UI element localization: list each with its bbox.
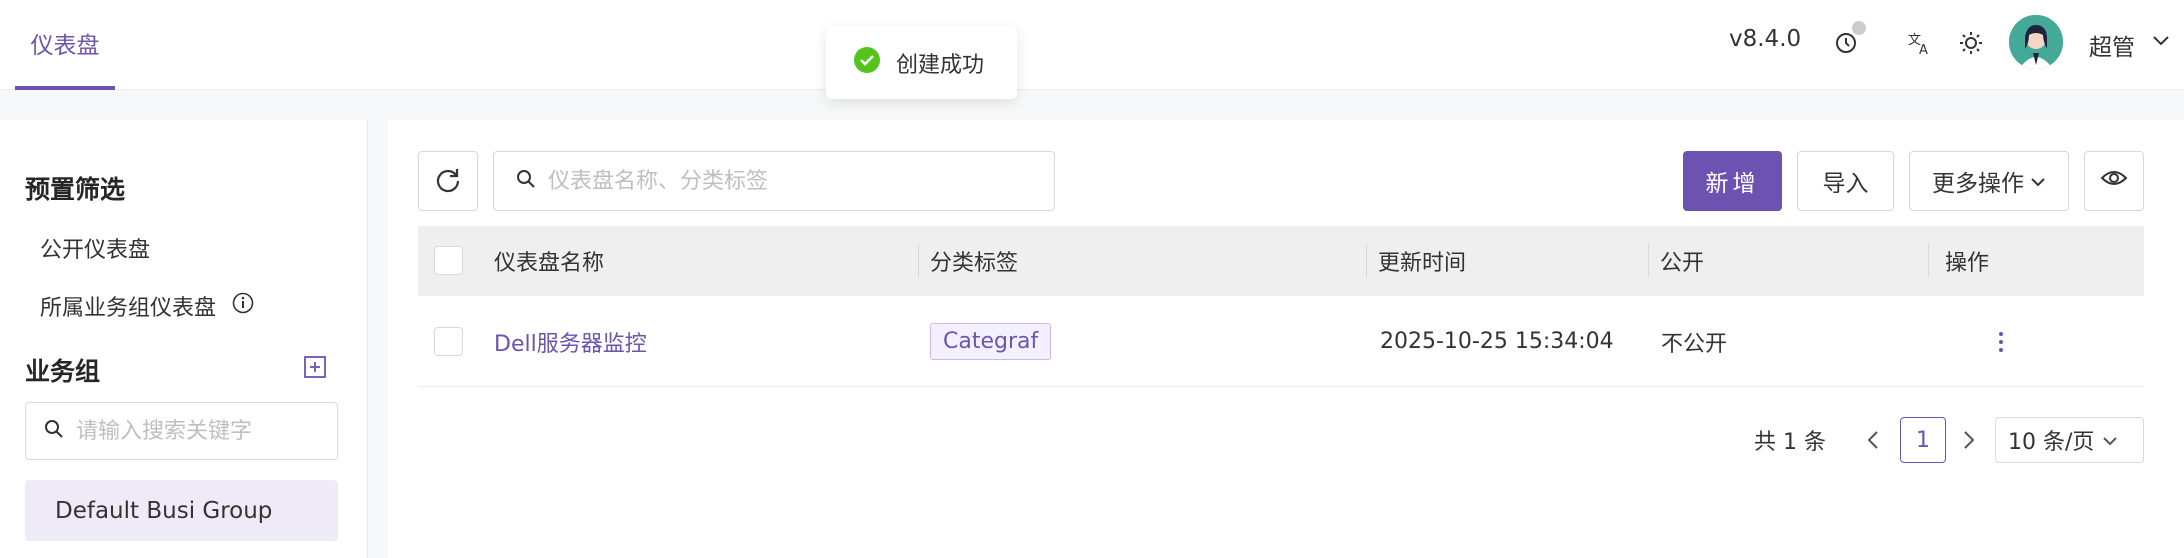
notification-dot: [1852, 21, 1866, 35]
pagination-total: 共 1 条: [1754, 430, 1826, 455]
svg-text:A: A: [1919, 43, 1928, 56]
new-button[interactable]: 新增: [1683, 151, 1782, 211]
column-visibility-button[interactable]: [2084, 151, 2144, 211]
row-checkbox[interactable]: [434, 327, 463, 356]
preset-filter-title: 预置筛选: [25, 175, 126, 204]
sidebar-item-label: 公开仪表盘: [40, 238, 151, 263]
table-row: Dell服务器监控 Categraf 2025-10-25 15:34:04 不…: [418, 296, 2144, 387]
import-button[interactable]: 导入: [1797, 151, 1894, 211]
chevron-down-icon[interactable]: [2152, 33, 2170, 52]
page-size-select[interactable]: 10 条/页: [1995, 417, 2144, 463]
history-icon[interactable]: [1831, 21, 1866, 57]
tag-cell: Categraf: [930, 296, 1052, 387]
chevron-down-icon: [2102, 428, 2118, 453]
select-all-checkbox[interactable]: [434, 246, 463, 275]
dashboard-name-link[interactable]: Dell服务器监控: [494, 296, 647, 387]
public-status-cell: 不公开: [1661, 331, 1728, 357]
top-header: 仪表盘 v8.4.0 文 A 超管: [0, 0, 2184, 90]
updated-time-cell: 2025-10-25 15:34:04: [1380, 329, 1614, 354]
column-divider: [1366, 244, 1367, 278]
more-actions-label: 更多操作: [1932, 171, 2024, 197]
theme-sun-icon[interactable]: [1956, 28, 1986, 58]
eye-icon: [2100, 168, 2128, 194]
group-item-label: Default Busi Group: [55, 497, 273, 524]
search-icon: [516, 169, 536, 193]
column-divider: [1648, 244, 1649, 278]
table-header: 仪表盘名称 分类标签 更新时间 公开 操作: [418, 226, 2144, 296]
business-group-title: 业务组: [25, 357, 101, 386]
dashboard-search-field[interactable]: [493, 151, 1055, 211]
success-toast: 创建成功: [826, 26, 1017, 99]
main-panel: 新增 导入 更多操作 仪表盘名称 分类标签 更新时间 公开 操作 Dell服务器…: [388, 120, 2184, 558]
next-page-icon[interactable]: [1962, 417, 1976, 463]
success-check-icon: [854, 46, 880, 79]
column-divider: [1928, 244, 1929, 278]
page-number-current[interactable]: 1: [1900, 417, 1946, 463]
group-search-field[interactable]: [25, 402, 338, 460]
column-header-public: 公开: [1660, 251, 1705, 276]
chevron-down-icon: [2030, 168, 2046, 194]
column-divider: [918, 244, 919, 278]
sidebar-item-public-dashboards[interactable]: 公开仪表盘: [40, 232, 150, 264]
column-header-tag: 分类标签: [930, 251, 1019, 276]
category-tag[interactable]: Categraf: [930, 323, 1052, 360]
refresh-icon: [434, 165, 462, 197]
column-header-name: 仪表盘名称: [494, 251, 605, 276]
group-search-input[interactable]: [76, 418, 326, 444]
row-actions-icon[interactable]: [1998, 296, 2004, 387]
sidebar-item-label: 所属业务组仪表盘: [40, 296, 217, 321]
add-group-icon[interactable]: [303, 355, 327, 383]
prev-page-icon[interactable]: [1866, 417, 1880, 463]
column-header-actions: 操作: [1945, 251, 1990, 276]
info-icon[interactable]: [232, 292, 254, 320]
page-size-label: 10 条/页: [2008, 430, 2095, 455]
tab-dashboard[interactable]: 仪表盘: [15, 0, 115, 90]
sidebar: 预置筛选 公开仪表盘 所属业务组仪表盘 业务组 Defaul: [0, 120, 368, 558]
search-icon: [44, 419, 64, 443]
more-actions-button[interactable]: 更多操作: [1909, 151, 2069, 211]
translate-icon[interactable]: 文 A: [1905, 28, 1935, 58]
toast-message: 创建成功: [896, 52, 985, 78]
version-label: v8.4.0: [1729, 26, 1802, 52]
user-avatar[interactable]: [2009, 15, 2063, 69]
refresh-button[interactable]: [418, 151, 478, 211]
dashboard-search-input[interactable]: [548, 168, 1048, 194]
column-header-updated: 更新时间: [1378, 251, 1467, 276]
sidebar-item-group-dashboards[interactable]: 所属业务组仪表盘: [40, 290, 254, 322]
group-item-default[interactable]: Default Busi Group: [25, 480, 338, 541]
user-name[interactable]: 超管: [2089, 28, 2135, 62]
